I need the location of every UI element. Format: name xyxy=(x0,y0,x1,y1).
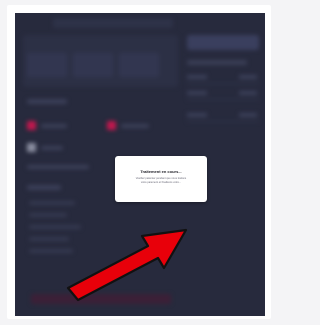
summary-title xyxy=(187,60,247,65)
token xyxy=(41,124,67,128)
card-brand-icon xyxy=(27,143,36,152)
modal-message-line: votre paiement et finalisons votre... xyxy=(140,180,182,184)
card-brand-icon xyxy=(27,121,36,130)
section-title xyxy=(27,185,61,190)
summary-row xyxy=(187,87,259,100)
card-brand-icon xyxy=(107,121,116,130)
list-line xyxy=(29,213,67,217)
processing-modal: Traitement en cours... Veuillez patiente… xyxy=(115,156,207,202)
modal-title: Traitement en cours... xyxy=(140,169,182,174)
list-line xyxy=(29,201,75,205)
token xyxy=(27,165,89,169)
section-title xyxy=(27,99,67,104)
option-tile[interactable] xyxy=(119,53,159,77)
option-tile[interactable] xyxy=(73,53,113,77)
option-tile[interactable] xyxy=(27,53,67,77)
top-bar xyxy=(53,18,173,28)
checkout-button[interactable] xyxy=(187,35,259,50)
modal-message: Veuillez patienter pendant que nous trai… xyxy=(127,177,195,184)
token xyxy=(41,146,63,150)
summary-row xyxy=(187,71,259,84)
red-arrow-icon xyxy=(60,222,200,302)
red-arrow-graphic xyxy=(66,228,188,302)
token xyxy=(121,124,149,128)
arrow-shape xyxy=(66,228,188,302)
summary-row xyxy=(187,109,259,122)
